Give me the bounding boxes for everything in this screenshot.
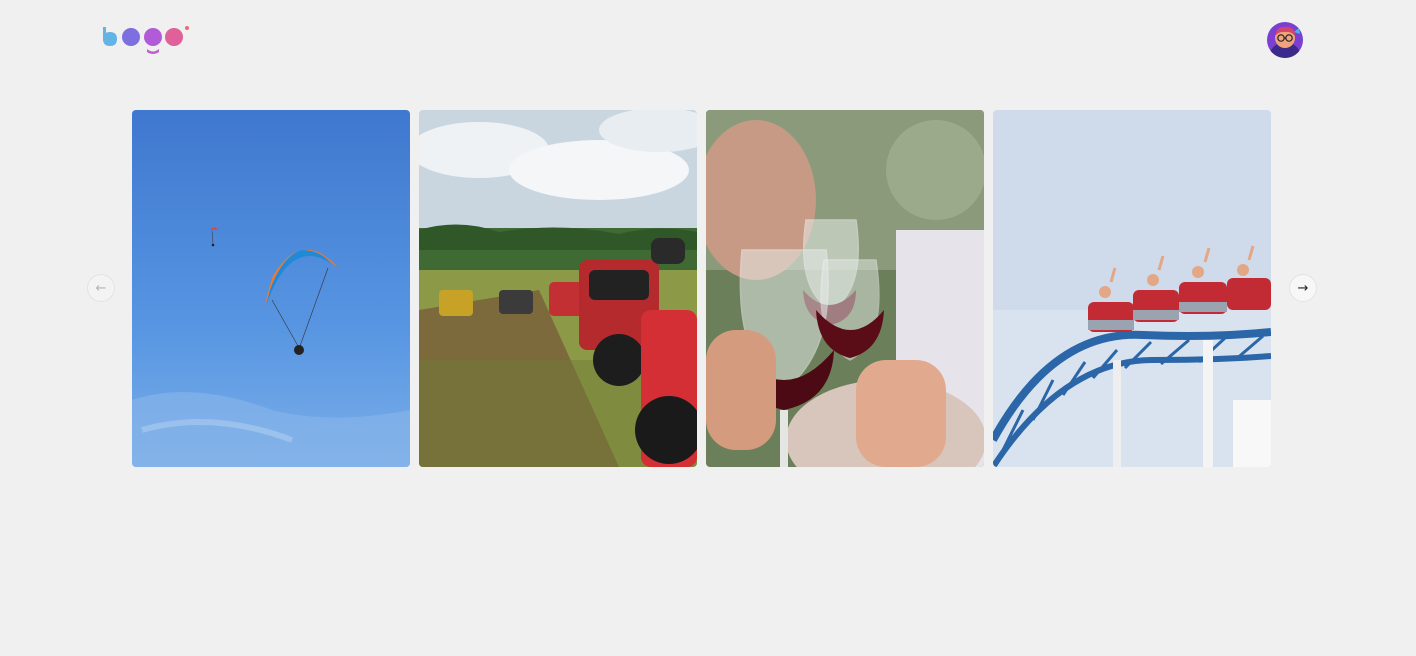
arrow-left-icon: ←	[95, 280, 107, 296]
carousel-prev-button[interactable]: ←	[87, 274, 115, 302]
rollercoaster-image	[993, 110, 1271, 467]
image-carousel: ← →	[0, 110, 1416, 467]
atv-image	[419, 110, 697, 467]
avatar-icon	[1267, 22, 1303, 58]
arrow-right-icon: →	[1297, 280, 1309, 296]
logo[interactable]	[100, 25, 192, 57]
carousel-next-button[interactable]: →	[1289, 274, 1317, 302]
wine-image	[706, 110, 984, 467]
carousel-card-wine[interactable]	[706, 110, 984, 467]
paragliding-image	[132, 110, 410, 467]
page: ← →	[0, 0, 1416, 656]
user-avatar[interactable]	[1267, 22, 1303, 58]
carousel-card-paragliding[interactable]	[132, 110, 410, 467]
logo-mark-icon	[103, 26, 189, 54]
carousel-card-rollercoaster[interactable]	[993, 110, 1271, 467]
carousel-card-atv[interactable]	[419, 110, 697, 467]
